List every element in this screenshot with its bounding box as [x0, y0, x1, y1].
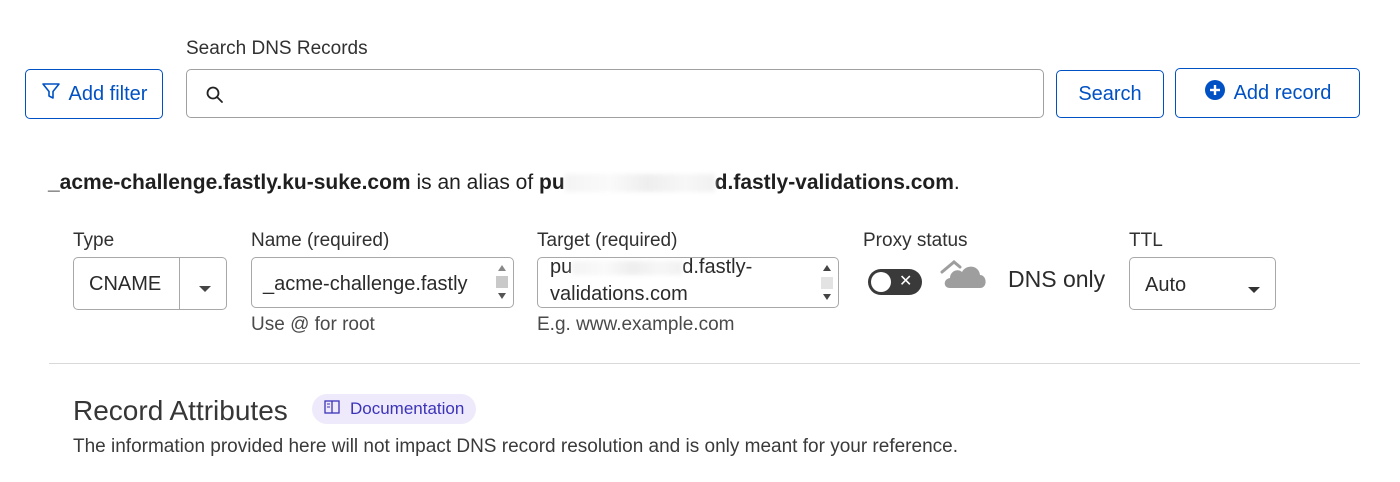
type-select-divider [179, 258, 180, 309]
redacted-region [564, 174, 715, 193]
documentation-link[interactable]: Documentation [312, 394, 477, 424]
chevron-down-icon[interactable] [198, 280, 212, 298]
type-select[interactable]: CNAME [73, 257, 227, 310]
filter-icon [41, 81, 61, 107]
section-divider [49, 363, 1360, 364]
chevron-down-icon [1247, 281, 1261, 299]
name-label: Name (required) [251, 230, 390, 251]
record-attributes-description: The information provided here will not i… [73, 436, 958, 457]
proxy-status-toggle[interactable]: ✕ [868, 269, 922, 295]
search-button[interactable]: Search [1056, 70, 1164, 118]
type-select-value: CNAME [89, 273, 162, 295]
name-field-scrollbar[interactable] [495, 260, 509, 305]
cloud-icon [940, 258, 990, 297]
record-attributes-title: Record Attributes [73, 395, 288, 426]
search-input[interactable] [233, 72, 1033, 116]
proxy-status-text: DNS only [1008, 266, 1106, 292]
alias-connector-text: is an alias of [410, 171, 540, 194]
name-field[interactable]: _acme-challenge.fastly [251, 257, 514, 308]
alias-target-end: d.fastly-validations.com [714, 171, 954, 194]
plus-circle-icon [1204, 79, 1226, 107]
alias-period: . [953, 171, 960, 194]
ttl-label: TTL [1129, 230, 1163, 251]
add-filter-button[interactable]: Add filter [25, 69, 163, 119]
name-field-value: _acme-challenge.fastly [263, 273, 468, 295]
search-input-container[interactable] [186, 69, 1044, 118]
target-label: Target (required) [537, 230, 678, 251]
target-hint: E.g. www.example.com [537, 314, 735, 335]
type-label: Type [73, 230, 115, 251]
search-dns-records-label: Search DNS Records [186, 38, 368, 59]
proxy-status-label: Proxy status [863, 230, 968, 251]
search-button-label: Search [1078, 82, 1142, 105]
toggle-knob [871, 272, 891, 292]
alias-record-name: _acme-challenge.fastly.ku-suke.com [48, 171, 411, 194]
documentation-label: Documentation [350, 399, 465, 418]
redacted-region [572, 260, 683, 275]
target-field-line1: pu d.fastly- [550, 257, 753, 278]
target-field[interactable]: pu d.fastly- validations.com [537, 257, 839, 308]
name-hint: Use @ for root [251, 314, 375, 335]
close-icon: ✕ [899, 273, 913, 290]
book-icon [324, 399, 340, 419]
target-field-line2: validations.com [550, 283, 688, 305]
ttl-select[interactable]: Auto [1129, 257, 1276, 310]
add-record-button[interactable]: Add record [1175, 68, 1360, 118]
add-filter-label: Add filter [68, 82, 148, 105]
alias-description: _acme-challenge.fastly.ku-suke.com is an… [48, 171, 960, 195]
add-record-label: Add record [1233, 81, 1332, 104]
target-field-scrollbar[interactable] [820, 260, 834, 305]
search-icon [205, 85, 225, 110]
alias-target-start: pu [539, 171, 565, 194]
ttl-select-value: Auto [1145, 274, 1187, 296]
